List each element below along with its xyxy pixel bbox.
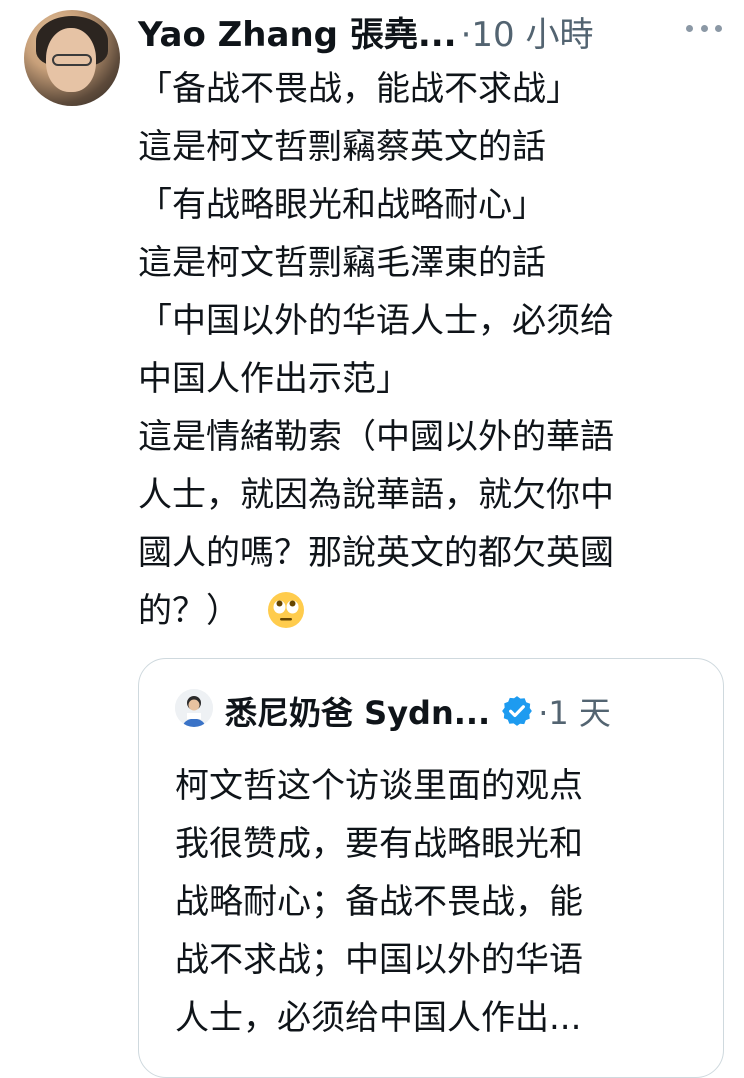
tweet-line: 人士，就因為說華語，就欠你中 <box>138 475 614 515</box>
quoted-line: 我很赞成，要有战略眼光和 <box>175 824 583 864</box>
tweet-line: 「有战略眼光和战略耐心」 <box>138 185 546 225</box>
tweet-line: 的？） <box>138 591 240 631</box>
tweet-line: 中国人作出示范」 <box>138 359 410 399</box>
quoted-header: 悉尼奶爸 Sydn... ·1 天 <box>225 689 611 733</box>
face-with-rolling-eyes-icon <box>266 590 306 630</box>
avatar-glasses <box>52 54 92 66</box>
tweet-line: 這是情緒勒索（中國以外的華語 <box>138 417 614 457</box>
quoted-tweet[interactable]: 悉尼奶爸 Sydn... ·1 天 柯文哲这个访谈里面的观点 我很赞成，要有战略… <box>138 658 724 1078</box>
tweet-line: 這是柯文哲剽竊蔡英文的話 <box>138 127 546 167</box>
tweet-line: 這是柯文哲剽竊毛澤東的話 <box>138 243 546 283</box>
quoted-body: 柯文哲这个访谈里面的观点 我很赞成，要有战略眼光和 战略耐心；备战不畏战，能 战… <box>175 757 695 1047</box>
tweet-header: Yao Zhang 張堯... ·10 小時 <box>138 7 594 56</box>
tweet-body: 「备战不畏战，能战不求战」 這是柯文哲剽竊蔡英文的話 「有战略眼光和战略耐心」 … <box>138 60 738 640</box>
more-horizontal-icon[interactable] <box>686 16 722 40</box>
tweet-timestamp[interactable]: ·10 小時 <box>461 7 594 56</box>
more-dot <box>715 24 722 32</box>
tweet-line: 國人的嗎？那說英文的都欠英國 <box>138 533 614 573</box>
quoted-line: 人士，必须给中国人作出... <box>175 998 582 1038</box>
verified-badge-icon <box>500 694 534 728</box>
quoted-line: 战不求战；中国以外的华语 <box>175 940 583 980</box>
tweet-line: 「备战不畏战，能战不求战」 <box>138 69 580 109</box>
author-avatar[interactable] <box>24 10 120 106</box>
author-name[interactable]: Yao Zhang 張堯... <box>138 7 457 56</box>
more-dot <box>686 24 693 32</box>
quoted-line: 柯文哲这个访谈里面的观点 <box>175 766 583 806</box>
tweet-line: 「中国以外的华语人士，必须给 <box>138 301 614 341</box>
tweet[interactable]: Yao Zhang 張堯... ·10 小時 「备战不畏战，能战不求战」 這是柯… <box>0 0 744 1078</box>
quoted-author-avatar[interactable] <box>175 689 213 727</box>
tweet-line-last: 的？） <box>138 582 738 640</box>
quoted-timestamp[interactable]: ·1 天 <box>538 688 611 734</box>
quoted-author-name[interactable]: 悉尼奶爸 Sydn... <box>225 688 490 734</box>
more-dot <box>700 24 708 32</box>
quoted-line: 战略耐心；备战不畏战，能 <box>175 882 583 922</box>
